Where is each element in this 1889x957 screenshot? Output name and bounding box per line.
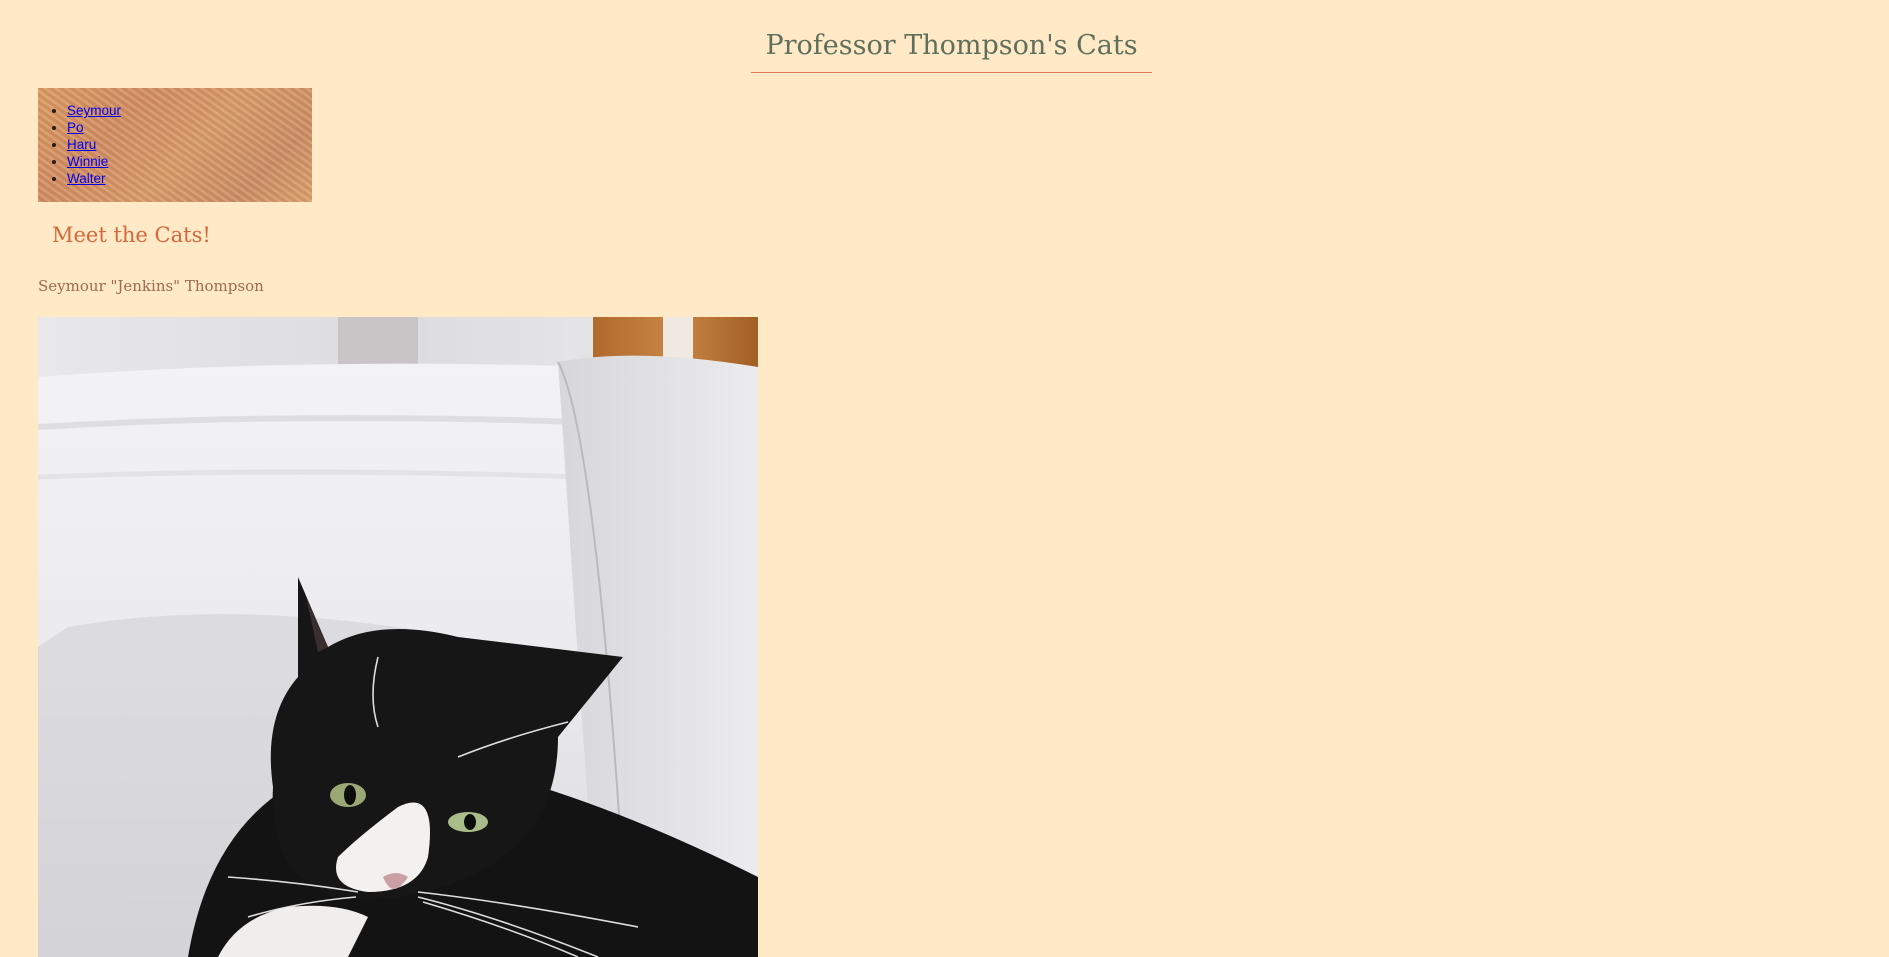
nav-link-winnie[interactable]: Winnie [67, 154, 108, 169]
nav-item-walter: Walter [67, 170, 312, 187]
nav-item-winnie: Winnie [67, 153, 312, 170]
nav-item-haru: Haru [67, 136, 312, 153]
cat-nav: Seymour Po Haru Winnie Walter [38, 88, 312, 202]
nav-link-walter[interactable]: Walter [67, 171, 106, 186]
cat-photo [38, 317, 758, 957]
nav-item-seymour: Seymour [67, 102, 312, 119]
nav-list: Seymour Po Haru Winnie Walter [38, 88, 312, 187]
nav-link-seymour[interactable]: Seymour [67, 103, 121, 118]
page-title: Professor Thompson's Cats [751, 26, 1152, 73]
nav-link-po[interactable]: Po [67, 120, 84, 135]
section-heading: Meet the Cats! [52, 223, 211, 247]
cat-name: Seymour "Jenkins" Thompson [38, 277, 264, 295]
nav-link-haru[interactable]: Haru [67, 137, 96, 152]
nav-item-po: Po [67, 119, 312, 136]
